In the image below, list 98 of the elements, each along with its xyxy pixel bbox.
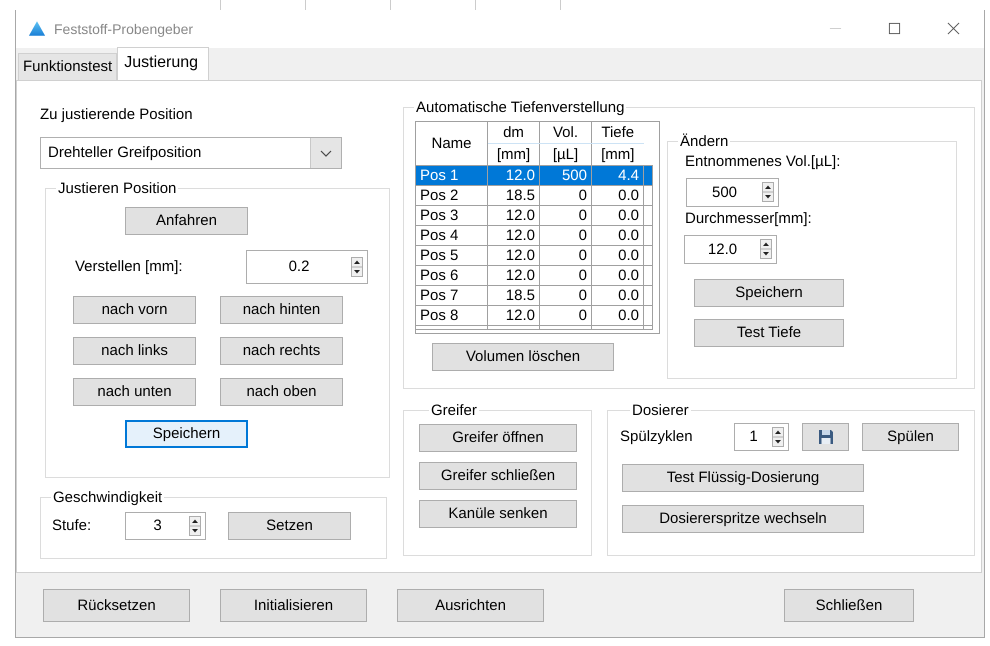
spin-box[interactable]: 0.2 [246, 250, 368, 284]
field-label: Durchmesser[mm]: [685, 210, 813, 227]
table-cell: Pos 2 [416, 186, 488, 206]
spin-box[interactable]: 500 [686, 178, 779, 207]
table-cell: 0 [540, 306, 592, 326]
button[interactable]: Rücksetzen [43, 588, 190, 622]
table-cell: 0.0 [592, 306, 644, 326]
spin-buttons[interactable] [762, 182, 774, 202]
tab[interactable]: Justierung [117, 46, 210, 80]
group-title: Greifer [430, 402, 478, 419]
table-cell: Pos 4 [416, 226, 488, 246]
spin-buttons[interactable] [351, 256, 363, 277]
table-cell: Pos 7 [416, 286, 488, 306]
button[interactable]: nach hinten [220, 296, 343, 324]
column-header: [mm] [592, 144, 644, 166]
table-row[interactable]: Pos 1 12.0 500 4.4 [416, 166, 652, 186]
table-cell: 0.0 [592, 186, 644, 206]
maximize-icon[interactable] [888, 22, 901, 36]
table-cell: 18.5 [488, 186, 540, 206]
group-title: Ändern [679, 132, 730, 150]
table-row[interactable]: Pos 7 18.5 0 0.0 [416, 286, 652, 306]
table-row[interactable]: Pos 2 18.5 0 0.0 [416, 186, 652, 206]
spin-buttons[interactable] [760, 239, 772, 260]
button[interactable]: nach rechts [220, 336, 343, 365]
table-cell: Pos 6 [416, 266, 488, 286]
field-label: Verstellen [mm]: [75, 258, 184, 276]
table-cell: 0.0 [592, 266, 644, 286]
spin-buttons[interactable] [772, 426, 784, 447]
table-cell: 0 [540, 206, 592, 226]
table-cell: Pos 1 [416, 166, 488, 186]
table-cell: 0 [540, 286, 592, 306]
field-label: Zu justierende Position [40, 106, 194, 123]
table-cell: 0.0 [592, 226, 644, 246]
table-cell: 12.0 [488, 246, 540, 266]
spin-box[interactable]: 12.0 [684, 234, 777, 264]
table-cell: 4.4 [592, 166, 644, 186]
field-label: Stufe: [52, 517, 92, 534]
button[interactable]: Speichern [125, 420, 248, 448]
dropdown[interactable]: Drehteller Greifposition [40, 136, 342, 169]
table-cell: 0 [540, 266, 592, 286]
spin-buttons[interactable] [189, 516, 201, 536]
table-cell: 18.5 [488, 286, 540, 306]
table-cell: Pos 3 [416, 206, 488, 226]
table-cell: 0.0 [592, 246, 644, 266]
button[interactable]: Setzen [228, 512, 351, 540]
button[interactable]: Speichern [694, 278, 844, 307]
table-cell: 12.0 [488, 266, 540, 286]
column-header: dm [488, 122, 540, 144]
button[interactable]: nach unten [73, 378, 196, 406]
button[interactable]: nach vorn [73, 296, 196, 324]
spin-box[interactable]: 3 [125, 512, 206, 540]
table-cell: Pos 8 [416, 306, 488, 326]
button[interactable]: Kanüle senken [419, 500, 577, 528]
table-cell: 500 [540, 166, 592, 186]
button[interactable]: Spülen [862, 422, 959, 451]
button[interactable]: Volumen löschen [432, 342, 614, 371]
spin-box[interactable]: 1 [734, 422, 789, 451]
button[interactable]: Test Tiefe [694, 318, 844, 347]
table-row[interactable]: Pos 4 12.0 0 0.0 [416, 226, 652, 246]
button[interactable]: nach links [73, 336, 196, 365]
button[interactable]: Test Flüssig-Dosierung [622, 464, 864, 492]
window-title: Feststoff-Probengeber [54, 20, 194, 37]
button[interactable]: Anfahren [125, 206, 248, 235]
table-cell: 0.0 [592, 206, 644, 226]
table-cell: 12.0 [488, 226, 540, 246]
column-header: Vol. [540, 122, 592, 144]
table-cell: 0 [540, 226, 592, 246]
triangle-icon [28, 20, 46, 38]
button[interactable]: Initialisieren [220, 588, 367, 622]
table-row[interactable]: Pos 5 12.0 0 0.0 [416, 246, 652, 266]
field-label: Entnommenes Vol.[µL]: [685, 152, 842, 170]
table-row[interactable]: Pos 6 12.0 0 0.0 [416, 266, 652, 286]
table-cell: Pos 5 [416, 246, 488, 266]
group-title: Automatische Tiefenverstellung [415, 98, 626, 116]
close-icon[interactable] [947, 22, 960, 36]
data-table[interactable]: Name dm Vol. Tiefe [mm] [µL] [mm] Pos 1 12.0 500 4.4 Pos 2 18.5 0 0.0 Pos 3 12.0 0 0.0 Pos 4 12.0 0 0.0 Pos 5 12.0 0 0.0 Pos 6 12.0 0 0.0 Pos 7 18.5 0 0.0 Pos 8 12.0 0 0.0 [415, 120, 660, 334]
floppy-icon [818, 428, 834, 445]
button[interactable]: Greifer öffnen [419, 424, 577, 452]
table-cell: 12.0 [488, 306, 540, 326]
field-label: Spülzyklen [620, 428, 694, 446]
table-cell: 12.0 [488, 206, 540, 226]
button[interactable]: Greifer schließen [419, 462, 577, 490]
save-button[interactable] [802, 422, 849, 451]
table-cell: 12.0 [488, 166, 540, 186]
button[interactable]: Schließen [784, 588, 914, 622]
group-title: Geschwindigkeit [52, 488, 164, 506]
tab[interactable]: Funktionstest [18, 52, 118, 80]
button[interactable]: nach oben [220, 378, 343, 406]
table-cell: 0 [540, 246, 592, 266]
group-title: Dosierer [631, 402, 690, 419]
button[interactable]: Dosiererspritze wechseln [622, 504, 864, 533]
column-header: Tiefe [592, 122, 644, 144]
button[interactable]: Ausrichten [397, 588, 544, 622]
table-cell: 0 [540, 186, 592, 206]
table-row[interactable]: Pos 3 12.0 0 0.0 [416, 206, 652, 226]
table-cell: 0.0 [592, 286, 644, 306]
table-row[interactable]: Pos 8 12.0 0 0.0 [416, 306, 652, 326]
group-title: Justieren Position [57, 180, 178, 197]
